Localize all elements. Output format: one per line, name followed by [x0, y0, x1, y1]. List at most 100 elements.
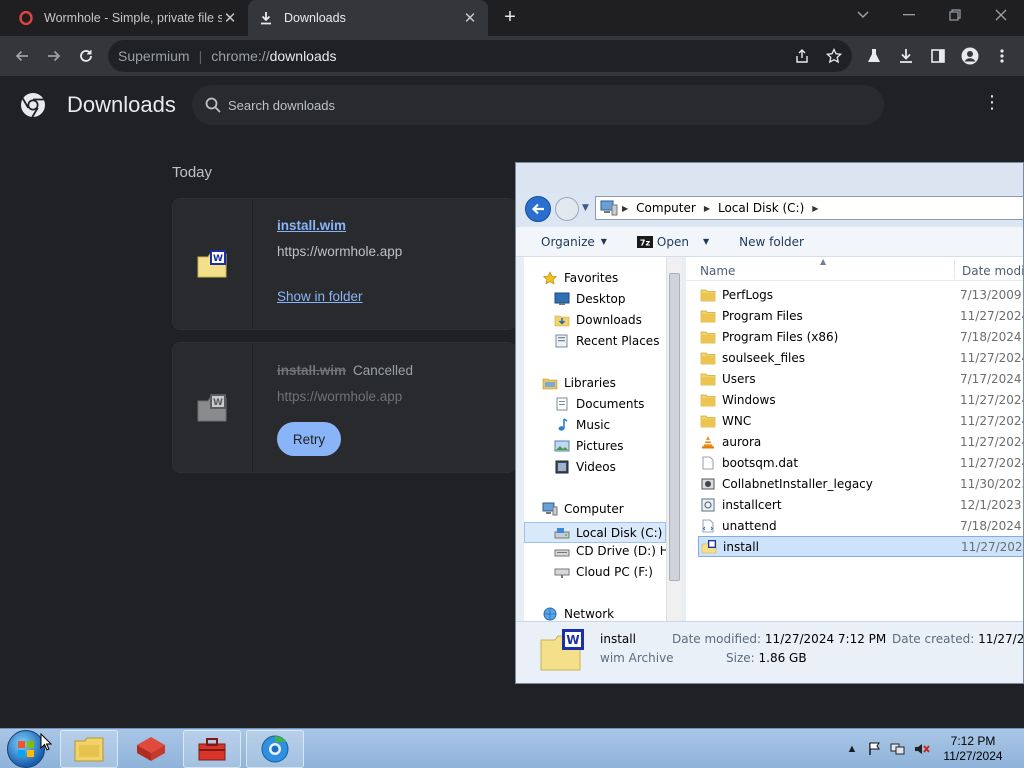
breadcrumb-arrow-icon[interactable]: ▶	[622, 204, 628, 213]
file-date-modified: 12/1/2023 5:	[960, 497, 1023, 512]
action-center-flag-icon[interactable]	[866, 741, 882, 757]
navigation-pane-scrollbar[interactable]	[666, 257, 682, 621]
more-actions-icon[interactable]: ⋮	[982, 92, 1002, 118]
date-section-label: Today	[172, 164, 213, 181]
minimize-button[interactable]	[886, 0, 932, 30]
retry-button[interactable]: Retry	[277, 422, 341, 456]
file-row[interactable]: soulseek_files 11/27/2024 5	[698, 347, 1023, 368]
taskbar-browser[interactable]	[246, 730, 304, 768]
taskbar-app-cube[interactable]	[122, 730, 180, 768]
download-source-url: https://wormhole.app	[277, 244, 403, 259]
file-name: PerfLogs	[722, 287, 774, 302]
system-clock[interactable]: 7:12 PM 11/27/2024	[938, 734, 1008, 764]
nav-recent-places[interactable]: Recent Places	[554, 334, 659, 348]
breadcrumb-arrow-icon[interactable]: ▶	[704, 204, 710, 213]
nav-libraries[interactable]: Libraries	[542, 376, 616, 390]
nav-music[interactable]: Music	[554, 418, 610, 432]
network-status-icon[interactable]	[890, 741, 906, 757]
restore-button[interactable]	[932, 0, 978, 30]
open-button[interactable]: 7z Open ▼	[636, 235, 709, 249]
file-name: install	[723, 539, 759, 554]
search-downloads-input[interactable]: Search downloads	[192, 85, 884, 125]
downloads-toolbar-icon[interactable]	[894, 44, 918, 68]
wim-archive-icon	[701, 539, 717, 554]
nav-videos[interactable]: Videos	[554, 460, 616, 474]
bookmark-star-icon[interactable]	[822, 44, 846, 68]
date-modified-value: 11/27/2024 7:12 PM	[764, 632, 887, 646]
taskbar-explorer[interactable]	[60, 730, 118, 768]
file-name: soulseek_files	[722, 350, 806, 365]
nav-network[interactable]: Network	[542, 607, 614, 621]
file-row[interactable]: aurora 11/27/2024 4	[698, 431, 1023, 452]
nav-desktop[interactable]: Desktop	[554, 292, 626, 306]
nav-cloud-pc[interactable]: Cloud PC (F:)	[554, 565, 653, 579]
side-panel-icon[interactable]	[926, 44, 950, 68]
file-row[interactable]: unattend 7/18/2024 5:	[698, 515, 1023, 536]
browser-menu-icon[interactable]	[990, 44, 1014, 68]
file-name: installcert	[722, 497, 782, 512]
show-in-folder-link[interactable]: Show in folder	[277, 289, 363, 304]
clock-time: 7:12 PM	[950, 734, 996, 748]
breadcrumb-local-disk[interactable]: Local Disk (C:)	[718, 201, 804, 215]
organize-button[interactable]: Organize ▼	[541, 235, 607, 249]
tab-downloads[interactable]: Downloads ✕	[248, 0, 488, 36]
breadcrumb-arrow-icon[interactable]: ▶	[812, 204, 818, 213]
new-tab-button[interactable]: +	[498, 5, 522, 29]
file-row[interactable]: PerfLogs 7/13/2009 8:	[698, 284, 1023, 305]
nav-cd-drive[interactable]: CD Drive (D:) HB(	[554, 544, 666, 558]
file-row[interactable]: installcert 12/1/2023 5:	[698, 494, 1023, 515]
downloads-folder-icon	[554, 315, 570, 327]
share-icon[interactable]	[790, 44, 814, 68]
nav-local-disk[interactable]: Local Disk (C:)	[524, 522, 666, 543]
cd-drive-icon	[554, 549, 570, 557]
nav-downloads[interactable]: Downloads	[554, 313, 642, 327]
file-row[interactable]: WNC 11/27/2024 4	[698, 410, 1023, 431]
address-bar[interactable]: Supermium | chrome://downloads	[108, 40, 852, 72]
column-divider[interactable]	[954, 259, 955, 279]
back-button[interactable]	[10, 44, 34, 68]
recent-pages-dropdown-icon[interactable]: ▼	[582, 203, 589, 213]
close-tab-icon[interactable]: ✕	[222, 9, 238, 27]
show-hidden-icons-icon[interactable]: ▲	[844, 741, 860, 757]
tab-wormhole[interactable]: Wormhole - Simple, private file s ✕	[8, 0, 248, 36]
mouse-cursor-icon	[40, 732, 53, 754]
details-pane: W install wim Archive Date modified: 11/…	[516, 621, 1023, 683]
file-row[interactable]: CollabnetInstaller_legacy 11/30/2023 1	[698, 473, 1023, 494]
explorer-titlebar[interactable]	[516, 163, 1023, 193]
clock-date: 11/27/2024	[943, 749, 1003, 763]
downloads-header: Downloads Search downloads ⋮	[0, 76, 1024, 134]
column-header-date-modified[interactable]: Date modifi	[962, 264, 1023, 278]
tab-search-icon[interactable]	[840, 0, 886, 30]
taskbar-toolbox[interactable]	[183, 730, 241, 768]
download-filename-link[interactable]: install.wim	[277, 218, 346, 233]
nav-favorites[interactable]: Favorites	[542, 271, 618, 285]
file-row[interactable]: install 11/27/2024 7	[698, 536, 1023, 557]
forward-button[interactable]	[42, 44, 66, 68]
file-row[interactable]: Program Files 11/27/2024 5	[698, 305, 1023, 326]
nav-computer[interactable]: Computer	[542, 502, 624, 516]
file-row[interactable]: Program Files (x86) 7/18/2024 9:	[698, 326, 1023, 347]
explorer-back-button[interactable]	[525, 196, 551, 222]
file-row[interactable]: Windows 11/27/2024 4	[698, 389, 1023, 410]
labs-flask-icon[interactable]	[862, 44, 886, 68]
site-chip: Supermium	[118, 48, 190, 64]
profile-avatar-icon[interactable]	[958, 44, 982, 68]
close-window-button[interactable]	[978, 0, 1024, 30]
new-folder-button[interactable]: New folder	[739, 235, 804, 249]
nav-pictures[interactable]: Pictures	[554, 439, 624, 453]
column-header-name[interactable]: Name	[700, 264, 735, 278]
reload-button[interactable]	[74, 44, 98, 68]
breadcrumb-computer[interactable]: Computer	[636, 201, 696, 215]
nav-music-label: Music	[576, 418, 611, 432]
explorer-address-bar[interactable]: ▶ Computer ▶ Local Disk (C:) ▶	[595, 196, 1023, 220]
url-scheme: chrome://	[211, 48, 270, 64]
explorer-forward-button[interactable]	[555, 197, 579, 221]
close-tab-icon[interactable]: ✕	[462, 9, 478, 27]
scrollbar-thumb[interactable]	[669, 273, 680, 581]
nav-documents[interactable]: Documents	[554, 397, 644, 411]
svg-text:W: W	[213, 398, 223, 408]
file-row[interactable]: bootsqm.dat 11/27/2024 6	[698, 452, 1023, 473]
file-row[interactable]: Users 7/17/2024 12	[698, 368, 1023, 389]
volume-muted-icon[interactable]	[914, 741, 930, 757]
vlc-cone-icon	[700, 435, 716, 449]
